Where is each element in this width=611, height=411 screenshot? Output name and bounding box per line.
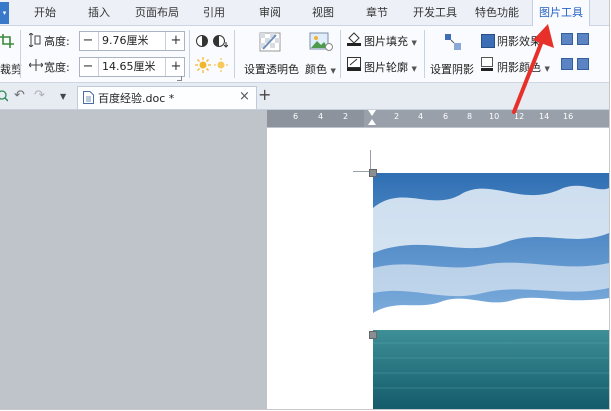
tab-insert[interactable]: 插入 <box>84 0 114 25</box>
red-annotation-arrow <box>512 24 554 114</box>
ruler-tick: 2 <box>343 112 349 121</box>
set-transparent-color-icon[interactable] <box>259 32 281 52</box>
picture-outline-icon[interactable] <box>347 57 361 71</box>
chevron-down-icon: ▼ <box>411 39 417 47</box>
undo-icon[interactable]: ↶ <box>14 88 25 103</box>
picture-fill-label[interactable]: 图片填充 ▼ <box>364 33 417 49</box>
shadow-nudge-up-icon[interactable] <box>561 33 573 45</box>
shadow-nudge-left-icon[interactable] <box>561 58 573 70</box>
set-transparent-color-label[interactable]: 设置透明色 <box>244 61 299 77</box>
height-input[interactable]: 9.76厘米 <box>98 32 166 50</box>
crop-button-label[interactable]: 裁剪 <box>0 61 22 77</box>
width-increase-button[interactable]: + <box>168 58 184 76</box>
workspace-background <box>0 110 267 409</box>
chevron-down-icon: ▼ <box>411 65 417 73</box>
width-input[interactable]: 14.65厘米 <box>98 58 166 76</box>
preview-icon[interactable] <box>0 89 8 103</box>
height-increase-button[interactable]: + <box>168 32 184 50</box>
set-shadow-icon[interactable] <box>443 32 463 52</box>
ribbon-divider <box>340 30 341 78</box>
wps-writer-window: ▾ 开始 插入 页面布局 引用 审阅 视图 章节 开发工具 特色功能 图片工具 … <box>0 0 610 410</box>
size-dialog-launcher-icon[interactable] <box>177 76 182 81</box>
close-tab-icon[interactable]: × <box>239 89 250 104</box>
set-shadow-label[interactable]: 设置阴影 <box>430 61 474 77</box>
picture-color-text: 颜色 <box>305 63 327 76</box>
width-decrease-button[interactable]: − <box>80 58 96 76</box>
new-tab-icon[interactable]: + <box>258 85 271 104</box>
resize-handle-middle-left[interactable] <box>369 331 377 339</box>
height-stepper[interactable]: − 9.76厘米 + <box>79 31 185 51</box>
height-label: 高度: <box>44 35 70 48</box>
crop-icon[interactable] <box>0 34 14 48</box>
tab-review[interactable]: 审阅 <box>255 0 285 25</box>
ruler-tick: 6 <box>293 112 299 121</box>
document-tab[interactable]: 百度经验.doc * × <box>77 86 257 109</box>
ruler-margin-area <box>267 110 364 127</box>
increase-contrast-icon[interactable] <box>195 33 210 48</box>
shadow-color-icon[interactable] <box>481 57 493 71</box>
document-tab-title: 百度经验.doc * <box>98 92 175 105</box>
sea-sky-photo <box>373 173 609 409</box>
margin-corner-mark <box>353 171 370 172</box>
tab-page-layout[interactable]: 页面布局 <box>131 0 183 25</box>
indent-marker-icon[interactable] <box>368 110 376 127</box>
redo-icon[interactable]: ↷ <box>34 88 45 103</box>
app-menu-chevron-icon[interactable]: ▾ <box>0 2 9 24</box>
width-label: 宽度: <box>44 61 70 74</box>
picture-outline-label[interactable]: 图片轮廓 ▼ <box>364 59 417 75</box>
picture-color-icon[interactable] <box>309 32 333 52</box>
ribbon-divider <box>20 30 21 78</box>
shadow-nudge-down-icon[interactable] <box>577 58 589 70</box>
height-decrease-button[interactable]: − <box>80 32 96 50</box>
doc-file-icon <box>83 91 94 104</box>
picture-fill-icon[interactable] <box>347 32 361 46</box>
picture-color-label[interactable]: 颜色 ▼ <box>305 61 336 77</box>
decrease-brightness-icon[interactable] <box>213 57 229 73</box>
shadow-effect-icon[interactable] <box>481 34 495 48</box>
tab-chapter[interactable]: 章节 <box>362 0 392 25</box>
ruler-tick: 2 <box>394 112 400 121</box>
ruler-tick: 8 <box>467 112 473 121</box>
increase-brightness-icon[interactable] <box>195 57 211 73</box>
height-icon <box>29 33 41 47</box>
ribbon-divider <box>189 30 190 78</box>
ruler-tick: 6 <box>443 112 449 121</box>
ruler-tick: 4 <box>418 112 424 121</box>
width-icon <box>29 59 43 71</box>
tab-references[interactable]: 引用 <box>199 0 229 25</box>
resize-handle-top-left[interactable] <box>369 169 377 177</box>
tab-view[interactable]: 视图 <box>308 0 338 25</box>
ruler-tick: 16 <box>563 112 574 121</box>
customize-quickbar-chevron-icon[interactable]: ▼ <box>60 92 66 101</box>
width-stepper[interactable]: − 14.65厘米 + <box>79 57 185 77</box>
picture-outline-text: 图片轮廓 <box>364 61 408 74</box>
tab-start[interactable]: 开始 <box>30 0 60 25</box>
ribbon-divider <box>424 30 425 78</box>
tab-developer-tools[interactable]: 开发工具 <box>409 0 461 25</box>
ruler-tick: 10 <box>489 112 500 121</box>
margin-corner-mark <box>370 150 371 170</box>
ruler-tick: 4 <box>318 112 324 121</box>
inserted-picture[interactable] <box>373 173 609 409</box>
picture-fill-text: 图片填充 <box>364 35 408 48</box>
chevron-down-icon: ▼ <box>330 67 336 75</box>
shadow-nudge-right-icon[interactable] <box>577 33 589 45</box>
decrease-contrast-icon[interactable] <box>212 33 228 48</box>
ribbon-divider <box>234 30 235 78</box>
